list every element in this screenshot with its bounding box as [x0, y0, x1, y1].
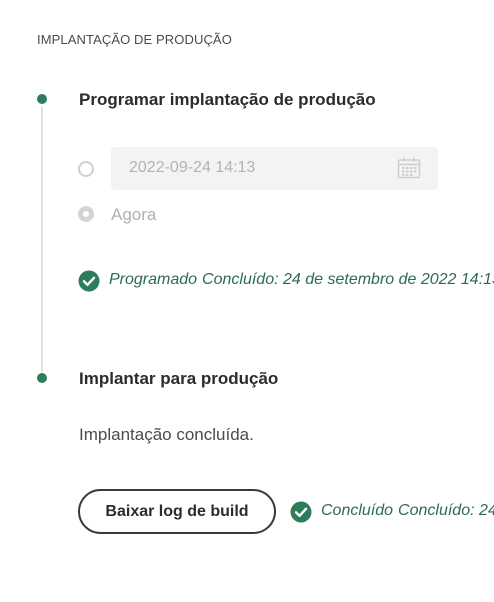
status-state: Concluído: [321, 502, 394, 519]
status-state: Programado: [109, 271, 198, 288]
radio-schedule-datetime[interactable]: [78, 161, 94, 177]
download-build-log-button[interactable]: Baixar log de build: [78, 489, 276, 534]
checkmark-circle-icon: [78, 270, 100, 292]
step-title-schedule: Programar implantação de produção: [79, 90, 376, 109]
production-deployment-panel: IMPLANTAÇÃO DE PRODUÇÃO Programar implan…: [0, 0, 494, 602]
status-detail: Concluído: 24 de setembro de 2022 14:13: [202, 271, 494, 288]
radio-now-label: Agora: [111, 205, 157, 224]
section-title: IMPLANTAÇÃO DE PRODUÇÃO: [37, 32, 232, 47]
datetime-field[interactable]: 2022-09-24 14:13: [111, 147, 438, 190]
deploy-description: Implantação concluída.: [79, 425, 254, 444]
datetime-value: 2022-09-24 14:13: [129, 159, 256, 176]
status-detail: Concluído: 24 de setembro de 2022: [398, 502, 494, 519]
step-title-deploy: Implantar para produção: [79, 369, 279, 388]
calendar-icon[interactable]: [397, 157, 421, 179]
checkmark-circle-icon: [290, 501, 312, 523]
timeline-connector: [41, 106, 43, 372]
radio-now[interactable]: [78, 206, 94, 222]
timeline-step-marker: [37, 94, 47, 104]
timeline-step-marker: [37, 373, 47, 383]
